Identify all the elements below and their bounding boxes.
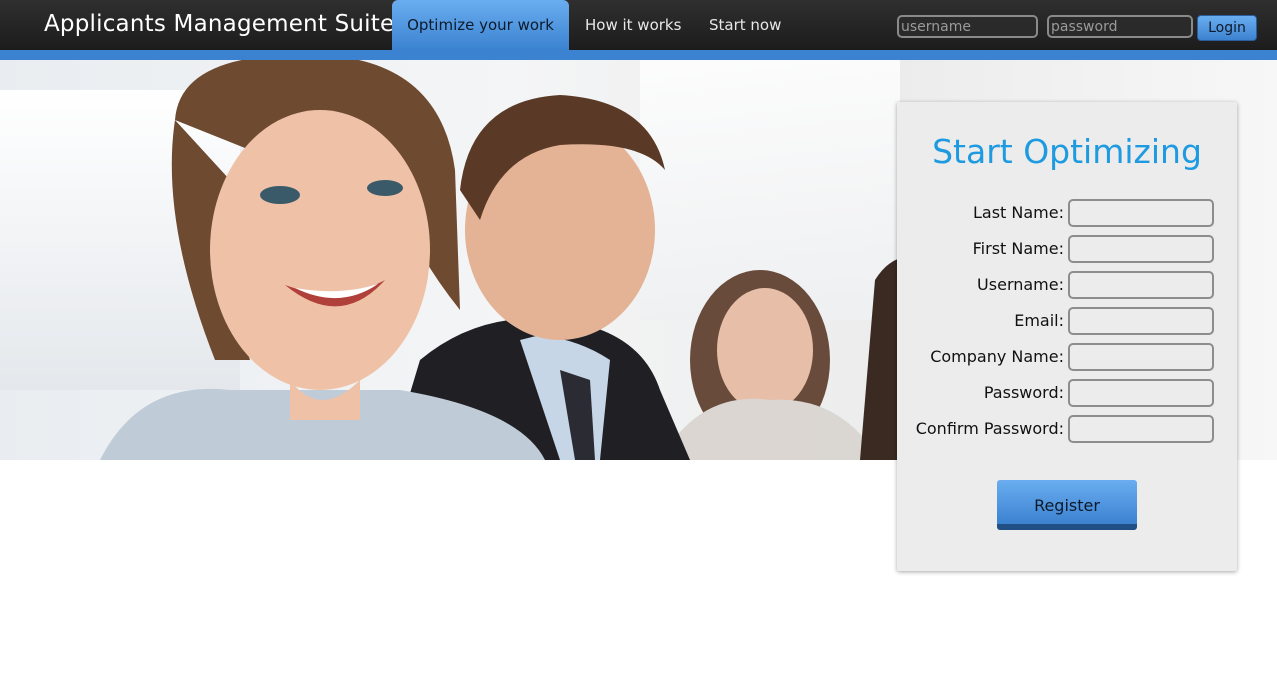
field-row-email: Email: — [897, 307, 1237, 335]
company-name-field[interactable] — [1068, 343, 1214, 371]
field-label: Last Name: — [972, 203, 1064, 222]
login-button[interactable]: Login — [1197, 15, 1257, 41]
first-name-field[interactable] — [1068, 235, 1214, 263]
field-label: Username: — [977, 275, 1064, 294]
nav-tab-how-it-works[interactable]: How it works — [585, 0, 681, 50]
email-field[interactable] — [1068, 307, 1214, 335]
brand-title: Applicants Management Suite — [44, 11, 395, 37]
confirm-password-field[interactable] — [1068, 415, 1214, 443]
field-label: Email: — [1014, 311, 1064, 330]
field-label: Confirm Password: — [915, 419, 1064, 438]
username-field[interactable] — [1068, 271, 1214, 299]
registration-card: Start Optimizing Last Name: First Name: … — [897, 102, 1237, 571]
registration-title: Start Optimizing — [932, 132, 1202, 171]
field-row-password: Password: — [897, 379, 1237, 407]
top-navigation-bar: Applicants Management Suite Optimize you… — [0, 0, 1277, 50]
field-row-username: Username: — [897, 271, 1237, 299]
nav-tab-optimize-your-work[interactable]: Optimize your work — [392, 0, 569, 50]
hero-person-3 — [660, 270, 880, 460]
field-label: First Name: — [972, 239, 1064, 258]
field-label: Password: — [983, 383, 1064, 402]
login-username-input[interactable] — [897, 15, 1038, 38]
nav-tab-start-now[interactable]: Start now — [709, 0, 781, 50]
register-button[interactable]: Register — [997, 480, 1137, 530]
field-row-first-name: First Name: — [897, 235, 1237, 263]
field-label: Company Name: — [930, 347, 1064, 366]
field-row-company-name: Company Name: — [897, 343, 1237, 371]
password-field[interactable] — [1068, 379, 1214, 407]
accent-strip — [0, 50, 1277, 60]
field-row-last-name: Last Name: — [897, 199, 1237, 227]
login-password-input[interactable] — [1047, 15, 1193, 38]
field-row-confirm-password: Confirm Password: — [897, 415, 1237, 443]
last-name-field[interactable] — [1068, 199, 1214, 227]
